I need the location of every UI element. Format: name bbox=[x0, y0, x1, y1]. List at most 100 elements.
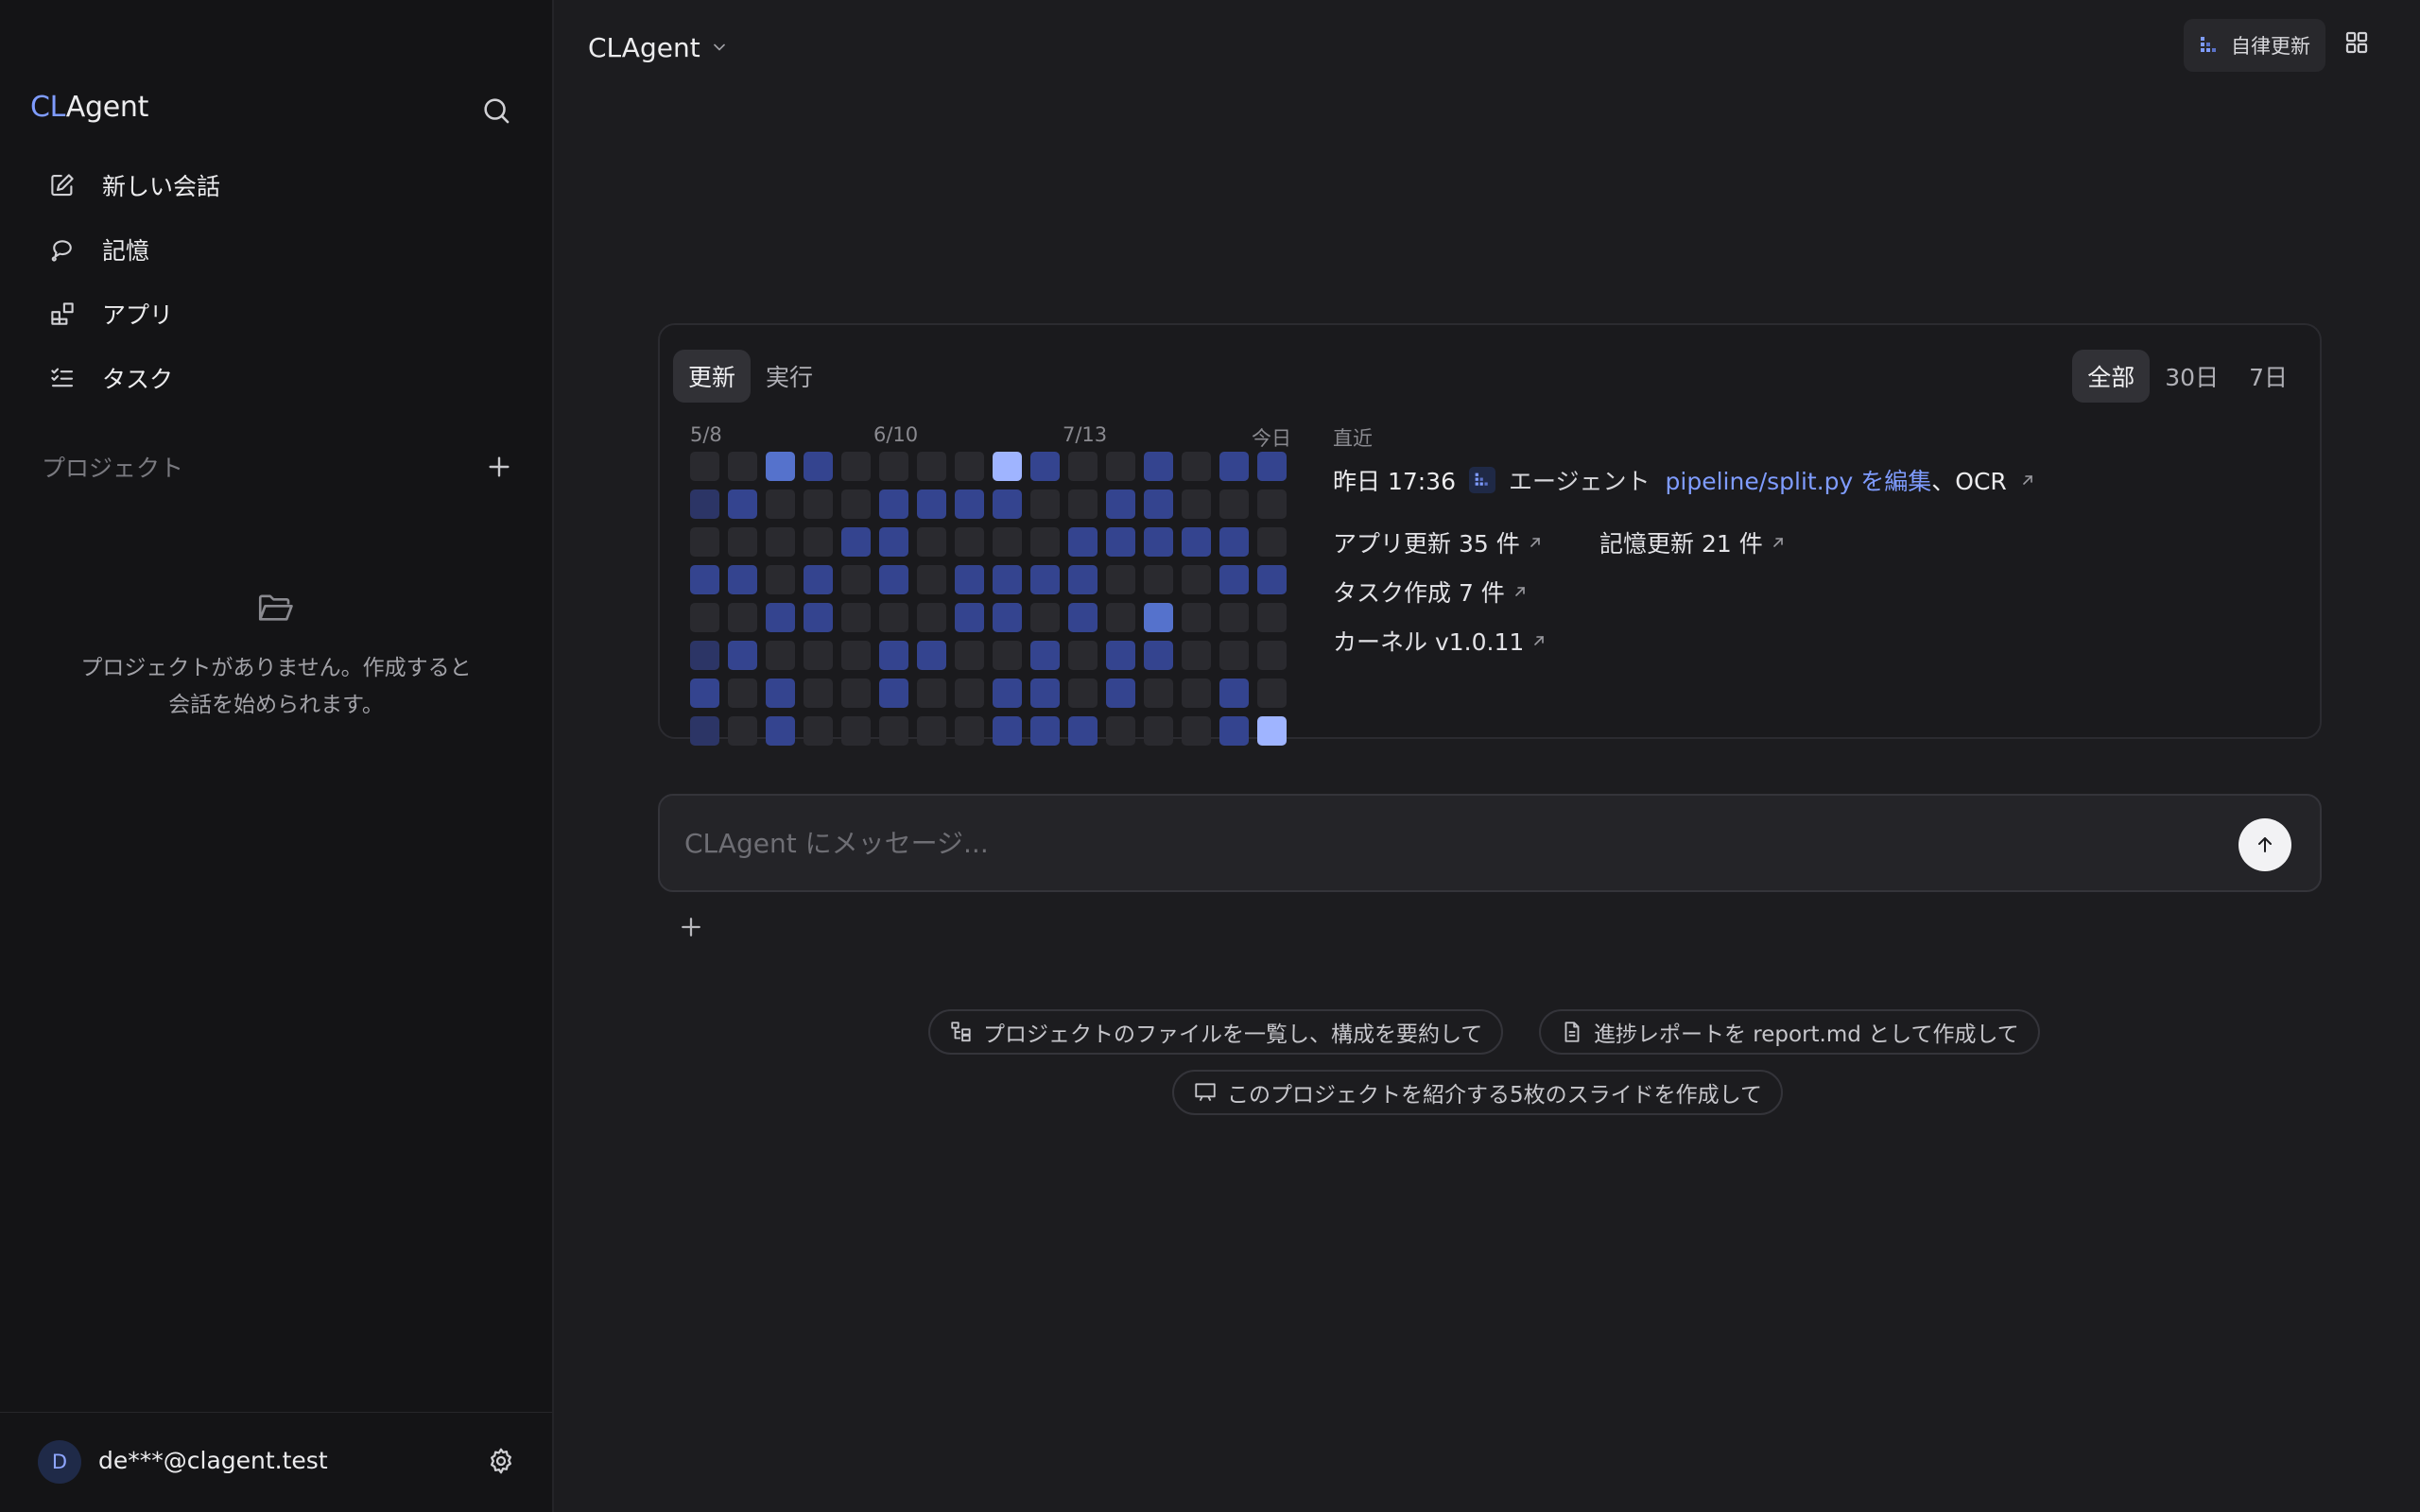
heatmap-cell[interactable] bbox=[1257, 565, 1287, 594]
heatmap-cell[interactable] bbox=[1030, 490, 1060, 519]
heatmap-cell[interactable] bbox=[1182, 716, 1211, 746]
heatmap-cell[interactable] bbox=[841, 490, 871, 519]
message-input[interactable] bbox=[684, 818, 2197, 868]
heatmap-cell[interactable] bbox=[1106, 679, 1135, 708]
heatmap-cell[interactable] bbox=[766, 565, 795, 594]
heatmap-cell[interactable] bbox=[728, 641, 757, 670]
tab-updates[interactable]: 更新 bbox=[673, 350, 752, 403]
heatmap-cell[interactable] bbox=[993, 641, 1022, 670]
heatmap-cell[interactable] bbox=[1068, 603, 1098, 632]
heatmap-cell[interactable] bbox=[690, 527, 719, 557]
heatmap-cell[interactable] bbox=[1257, 641, 1287, 670]
heatmap-cell[interactable] bbox=[690, 603, 719, 632]
heatmap-cell[interactable] bbox=[1219, 679, 1249, 708]
heatmap-cell[interactable] bbox=[1257, 716, 1287, 746]
suggestion-chip[interactable]: 進捗レポートを report.md として作成して bbox=[1539, 1009, 2040, 1055]
heatmap-cell[interactable] bbox=[1106, 527, 1135, 557]
heatmap-cell[interactable] bbox=[841, 565, 871, 594]
heatmap-cell[interactable] bbox=[690, 641, 719, 670]
stat-tasks-created[interactable]: タスク作成 7 件 bbox=[1333, 575, 1528, 609]
heatmap-cell[interactable] bbox=[804, 641, 833, 670]
heatmap-cell[interactable] bbox=[917, 679, 946, 708]
heatmap-cell[interactable] bbox=[1030, 452, 1060, 481]
heatmap-cell[interactable] bbox=[690, 452, 719, 481]
heatmap-cell[interactable] bbox=[917, 641, 946, 670]
heatmap-cell[interactable] bbox=[1068, 679, 1098, 708]
heatmap-cell[interactable] bbox=[1144, 527, 1173, 557]
heatmap-cell[interactable] bbox=[955, 490, 984, 519]
heatmap-cell[interactable] bbox=[1106, 452, 1135, 481]
heatmap-cell[interactable] bbox=[917, 452, 946, 481]
heatmap-cell[interactable] bbox=[1030, 641, 1060, 670]
nav-tasks[interactable]: タスク bbox=[38, 352, 529, 404]
layout-grid-icon[interactable] bbox=[2342, 28, 2377, 62]
heatmap-cell[interactable] bbox=[993, 603, 1022, 632]
heatmap-cell[interactable] bbox=[1144, 452, 1173, 481]
heatmap-cell[interactable] bbox=[1144, 603, 1173, 632]
heatmap-cell[interactable] bbox=[804, 603, 833, 632]
heatmap-cell[interactable] bbox=[1257, 679, 1287, 708]
heatmap-cell[interactable] bbox=[1144, 716, 1173, 746]
suggestion-chip[interactable]: このプロジェクトを紹介する5枚のスライドを作成して bbox=[1172, 1070, 1783, 1115]
heatmap-cell[interactable] bbox=[728, 565, 757, 594]
heatmap-cell[interactable] bbox=[1144, 641, 1173, 670]
heatmap-cell[interactable] bbox=[879, 452, 908, 481]
nav-new-chat[interactable]: 新しい会話 bbox=[38, 159, 529, 212]
heatmap-cell[interactable] bbox=[1219, 716, 1249, 746]
heatmap-cell[interactable] bbox=[841, 527, 871, 557]
heatmap-cell[interactable] bbox=[1219, 527, 1249, 557]
heatmap-cell[interactable] bbox=[728, 716, 757, 746]
heatmap-cell[interactable] bbox=[1257, 452, 1287, 481]
heatmap-cell[interactable] bbox=[1106, 641, 1135, 670]
heatmap-cell[interactable] bbox=[955, 716, 984, 746]
heatmap-cell[interactable] bbox=[955, 527, 984, 557]
external-arrow-icon[interactable] bbox=[2020, 472, 2035, 488]
heatmap-cell[interactable] bbox=[917, 603, 946, 632]
nav-memory[interactable]: 記憶 bbox=[38, 223, 529, 276]
send-button[interactable] bbox=[2238, 818, 2291, 871]
heatmap-cell[interactable] bbox=[841, 641, 871, 670]
heatmap-cell[interactable] bbox=[841, 716, 871, 746]
search-icon[interactable] bbox=[480, 94, 512, 127]
heatmap-cell[interactable] bbox=[841, 679, 871, 708]
heatmap-cell[interactable] bbox=[879, 527, 908, 557]
heatmap-cell[interactable] bbox=[690, 716, 719, 746]
heatmap-cell[interactable] bbox=[841, 452, 871, 481]
heatmap-cell[interactable] bbox=[1182, 679, 1211, 708]
heatmap-cell[interactable] bbox=[1106, 603, 1135, 632]
tab-runs[interactable]: 実行 bbox=[751, 350, 828, 403]
heatmap-cell[interactable] bbox=[728, 452, 757, 481]
heatmap-cell[interactable] bbox=[917, 490, 946, 519]
heatmap-cell[interactable] bbox=[766, 490, 795, 519]
heatmap-cell[interactable] bbox=[955, 641, 984, 670]
heatmap-cell[interactable] bbox=[1182, 527, 1211, 557]
stat-memory-updates[interactable]: 記憶更新 21 件 bbox=[1599, 525, 1786, 559]
heatmap-cell[interactable] bbox=[804, 716, 833, 746]
heatmap-cell[interactable] bbox=[1182, 452, 1211, 481]
heatmap-cell[interactable] bbox=[1068, 641, 1098, 670]
heatmap-cell[interactable] bbox=[766, 603, 795, 632]
heatmap-cell[interactable] bbox=[766, 641, 795, 670]
heatmap-cell[interactable] bbox=[1219, 452, 1249, 481]
model-selector[interactable]: CLAgent bbox=[588, 28, 729, 66]
heatmap-cell[interactable] bbox=[1144, 565, 1173, 594]
heatmap-cell[interactable] bbox=[1030, 716, 1060, 746]
heatmap-cell[interactable] bbox=[690, 490, 719, 519]
heatmap-cell[interactable] bbox=[804, 565, 833, 594]
heatmap-cell[interactable] bbox=[728, 527, 757, 557]
recent-link[interactable]: pipeline/split.py を編集 bbox=[1666, 463, 1932, 497]
tab-range-7d[interactable]: 7日 bbox=[2234, 350, 2303, 403]
heatmap-cell[interactable] bbox=[955, 452, 984, 481]
heatmap-cell[interactable] bbox=[766, 716, 795, 746]
heatmap-cell[interactable] bbox=[804, 452, 833, 481]
heatmap-cell[interactable] bbox=[1030, 679, 1060, 708]
heatmap-cell[interactable] bbox=[1182, 641, 1211, 670]
heatmap-cell[interactable] bbox=[1068, 565, 1098, 594]
heatmap-cell[interactable] bbox=[1030, 527, 1060, 557]
heatmap-cell[interactable] bbox=[728, 603, 757, 632]
heatmap-cell[interactable] bbox=[993, 527, 1022, 557]
heatmap-cell[interactable] bbox=[1182, 603, 1211, 632]
stat-kernel-version[interactable]: カーネル v1.0.11 bbox=[1333, 624, 1547, 658]
heatmap-cell[interactable] bbox=[1068, 452, 1098, 481]
user-email[interactable]: de***@clagent.test bbox=[98, 1447, 328, 1474]
